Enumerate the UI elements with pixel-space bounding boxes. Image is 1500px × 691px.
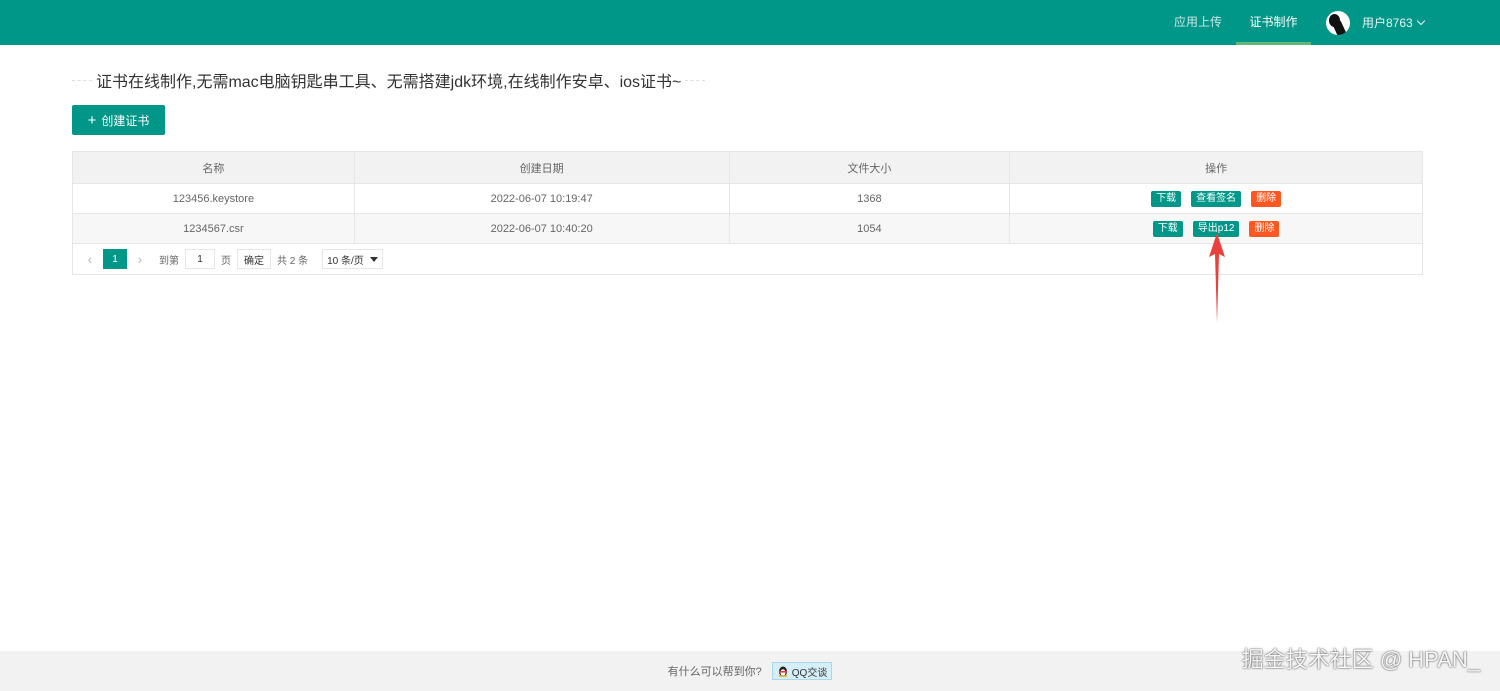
user-name: 用户8763 (1362, 16, 1413, 30)
delete-button[interactable]: 删除 (1251, 190, 1282, 207)
view-signature-button[interactable]: 查看签名 (1191, 190, 1242, 207)
cell-name: 1234567.csr (72, 213, 355, 244)
intro-line: 证书在线制作,无需mac电脑钥匙串工具、无需搭建jdk环境,在线制作安卓、ios… (72, 68, 706, 92)
cell-date: 2022-06-07 10:40:20 (353, 213, 730, 244)
page-size-select[interactable]: 10 条/页 (322, 249, 383, 269)
user-menu[interactable]: 用户8763 (1326, 10, 1425, 35)
create-cert-button[interactable]: + 创建证书 (72, 105, 165, 135)
qq-chat-label: QQ交谈 (791, 667, 828, 679)
create-cert-label: 创建证书 (101, 113, 150, 128)
red-arrow-annotation-icon (1209, 233, 1225, 323)
col-date: 创建日期 (353, 151, 730, 184)
cell-size: 1054 (728, 213, 1011, 244)
col-actions: 操作 (1009, 151, 1423, 184)
cell-size: 1368 (728, 183, 1011, 214)
caret-down-icon (369, 256, 378, 262)
chevron-down-icon (1416, 16, 1425, 26)
page-number-current[interactable]: 1 (103, 249, 127, 269)
col-name: 名称 (72, 151, 355, 184)
intro-text: 证书在线制作,无需mac电脑钥匙串工具、无需搭建jdk环境,在线制作安卓、ios… (96, 74, 682, 91)
nav-cert-make[interactable]: 证书制作 (1236, 0, 1311, 45)
goto-label: 到第 (159, 255, 179, 267)
download-button[interactable]: 下载 (1152, 220, 1183, 237)
nav-app-upload[interactable]: 应用上传 (1160, 0, 1236, 45)
goto-page-input[interactable] (185, 249, 215, 269)
cell-name: 123456.keystore (72, 183, 355, 214)
total-count: 共 2 条 (277, 255, 309, 267)
page-unit-label: 页 (221, 255, 231, 267)
cell-actions: 下载 查看签名 删除 (1009, 183, 1423, 214)
divider (72, 79, 92, 81)
prev-page-icon[interactable]: ‹ (77, 249, 103, 269)
next-page-icon[interactable]: › (127, 249, 153, 269)
top-navbar: 应用上传 证书制作 用户8763 (0, 0, 1500, 45)
plus-icon: + (87, 111, 97, 129)
col-size: 文件大小 (728, 151, 1011, 184)
divider (685, 79, 706, 81)
cell-date: 2022-06-07 10:19:47 (353, 183, 730, 214)
avatar (1326, 10, 1350, 35)
table-header-row: 名称 创建日期 文件大小 操作 (72, 151, 1423, 184)
goto-confirm-button[interactable]: 确定 (237, 249, 271, 269)
help-text: 有什么可以帮到你? (667, 666, 762, 678)
table-row: 123456.keystore 2022-06-07 10:19:47 1368… (72, 183, 1423, 214)
page-size-value: 10 条/页 (327, 255, 364, 267)
watermark: 掘金技术社区 @ HPAN_ (1241, 647, 1480, 672)
qq-chat-button[interactable]: QQ交谈 (771, 662, 833, 680)
download-button[interactable]: 下载 (1151, 190, 1182, 207)
qq-penguin-icon (778, 666, 788, 677)
page: 应用上传 证书制作 用户8763 证书在线制作,无需mac电脑钥匙串工具、无需搭… (0, 0, 1500, 691)
delete-button[interactable]: 删除 (1249, 220, 1280, 237)
